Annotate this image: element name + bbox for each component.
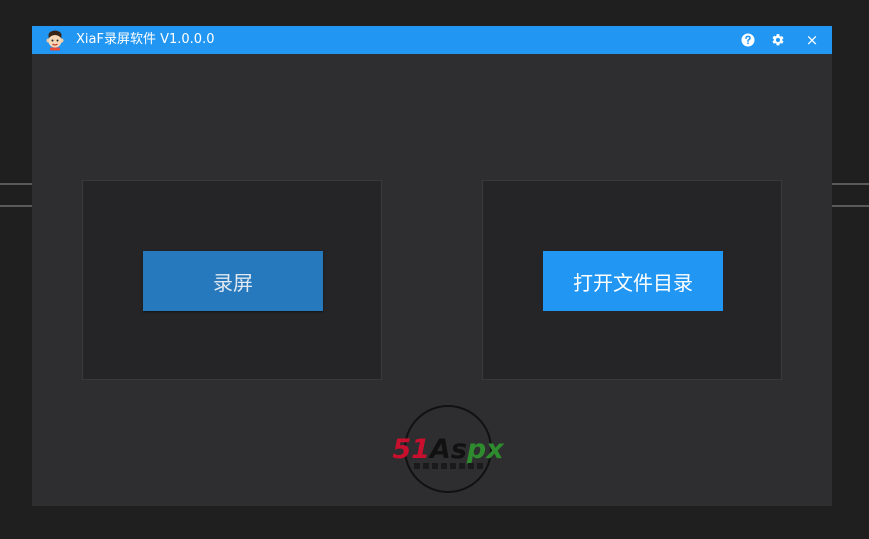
help-button[interactable] xyxy=(739,31,757,49)
background-line xyxy=(0,183,32,185)
close-icon: × xyxy=(805,31,819,49)
app-logo-icon xyxy=(46,30,64,51)
app-window: XiaF录屏软件 V1.0.0.0 × 录屏 打开文件目录 51Aspx xyxy=(32,26,832,506)
background-line xyxy=(832,183,869,185)
record-button[interactable]: 录屏 xyxy=(143,251,323,311)
watermark-logo: 51Aspx xyxy=(392,405,505,493)
background-line xyxy=(832,205,869,207)
gear-icon xyxy=(772,34,784,46)
settings-button[interactable] xyxy=(769,31,787,49)
help-circle-icon xyxy=(741,33,755,47)
watermark-brand: 51Aspx xyxy=(392,434,505,465)
open-folder-button[interactable]: 打开文件目录 xyxy=(543,251,723,311)
record-panel: 录屏 xyxy=(82,180,382,380)
title-bar[interactable]: XiaF录屏软件 V1.0.0.0 × xyxy=(32,26,832,54)
window-title: XiaF录屏软件 V1.0.0.0 xyxy=(76,32,215,47)
open-folder-panel: 打开文件目录 xyxy=(482,180,782,380)
background-line xyxy=(0,205,32,207)
close-button[interactable]: × xyxy=(803,31,821,49)
